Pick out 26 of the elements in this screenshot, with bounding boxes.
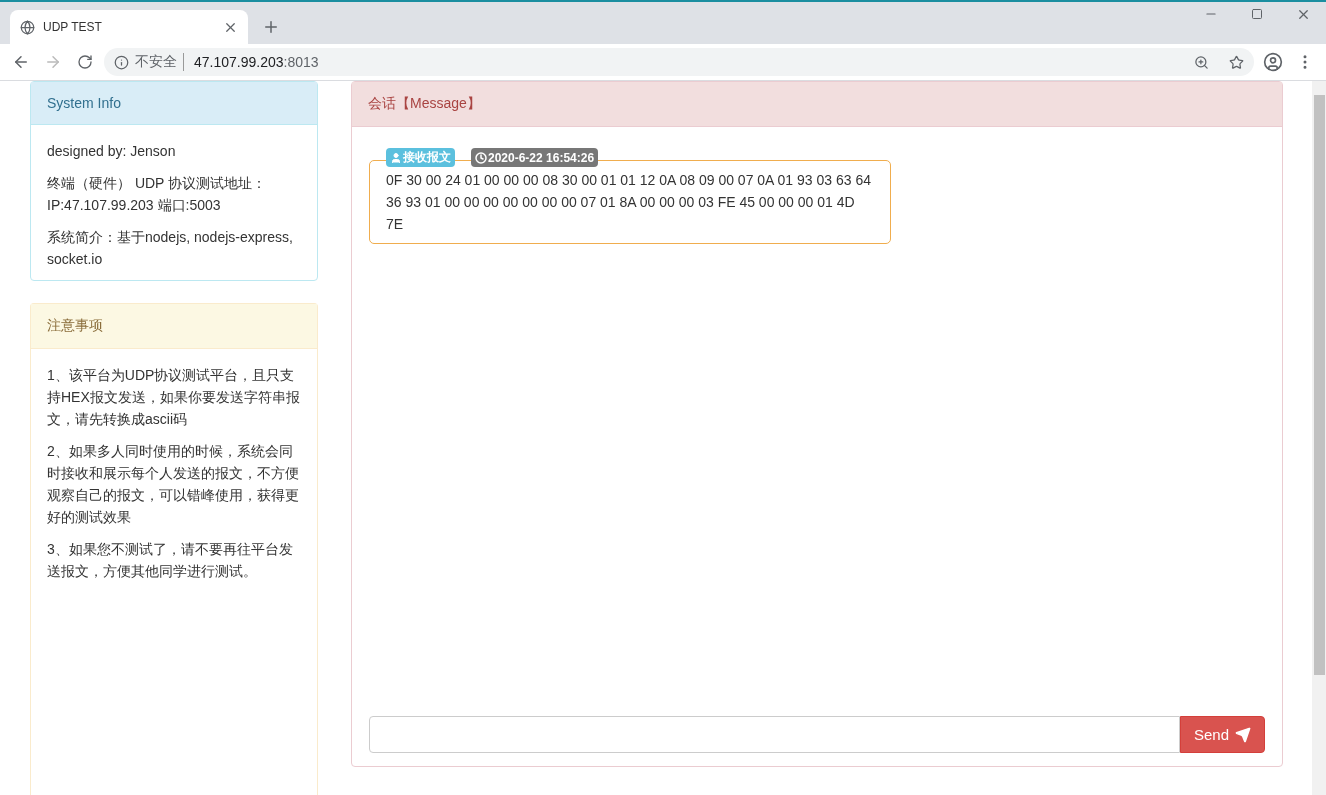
note-text: 2、如果多人同时使用的时候，系统会同时接收和展示每个人发送的报文，不方便观察自己的报文，可以错峰使用，获得更好的测试效果 xyxy=(47,442,300,527)
panel-title: 会话【Message】 xyxy=(352,82,1282,127)
message-input[interactable] xyxy=(369,716,1180,753)
card-title: System Info xyxy=(31,82,317,125)
plus-icon[interactable] xyxy=(262,18,280,36)
send-button[interactable]: Send xyxy=(1179,716,1265,753)
note-text: 1、该平台为UDP协议测试平台，且只支持HEX报文发送，如果你要发送字符串报文，请先转换成ascii码 xyxy=(47,366,301,429)
info-text: 系统简介：基于nodejs, nodejs-express, socket.io xyxy=(47,228,294,269)
card-title: 注意事项 xyxy=(31,304,317,349)
person-icon xyxy=(390,151,402,164)
timestamp-badge: 2020-6-22 16:54:26 xyxy=(471,148,599,167)
message-text: 0F 30 00 24 01 00 00 00 08 30 00 01 01 12 0A 08 09 00 07 0A 01 93 03 63 64 36 93 01 00 00 00 00 00 00 00 07 01 8A 00 00 00 03 FE 45 00 00 00 01 4D 7E xyxy=(386,171,872,234)
info-icon[interactable] xyxy=(114,54,129,70)
info-text: designed by: Jenson xyxy=(47,142,177,161)
info-text: 终端（硬件） UDP 协议测试地址：IP:47.107.99.203 端口:5003 xyxy=(47,174,268,215)
message-type-badge: 接收报文 xyxy=(386,148,455,167)
send-icon xyxy=(1235,726,1251,743)
address-bar[interactable]: 不安全 47.107.99.203:8013 xyxy=(104,48,1254,76)
browser-tab[interactable]: UDP TEST xyxy=(10,10,248,44)
maximize-icon[interactable] xyxy=(1251,8,1263,20)
scrollbar[interactable] xyxy=(1312,81,1326,795)
zoom-icon[interactable] xyxy=(1194,54,1209,70)
star-icon[interactable] xyxy=(1229,54,1244,70)
globe-icon xyxy=(20,19,35,35)
note-text: 3、如果您不测试了，请不要再往平台发送报文，方便其他同学进行测试。 xyxy=(47,540,294,581)
clock-icon xyxy=(475,151,487,164)
